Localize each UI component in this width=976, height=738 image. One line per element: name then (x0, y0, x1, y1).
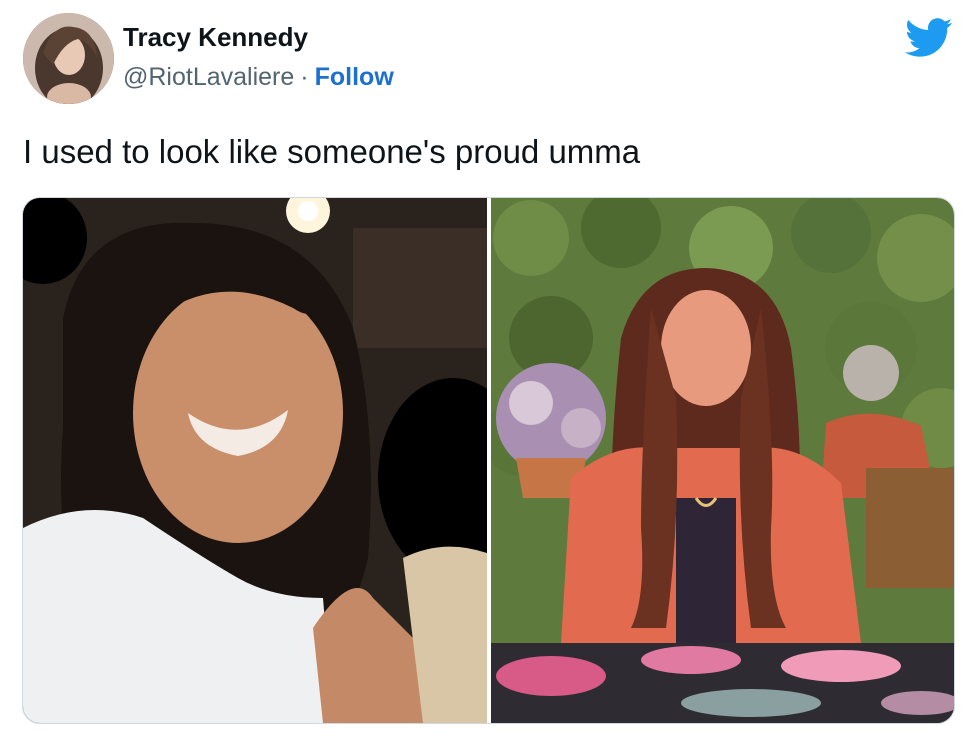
photo-before[interactable] (23, 198, 487, 723)
media-grid (22, 197, 955, 724)
avatar[interactable] (23, 13, 114, 104)
separator-dot: · (300, 63, 309, 91)
tweet-text: I used to look like someone's proud umma (23, 133, 641, 170)
follow-button[interactable]: Follow (315, 63, 394, 91)
author-handle[interactable]: @RiotLavaliere (123, 63, 294, 91)
author-meta: @RiotLavaliere · Follow (123, 63, 394, 92)
tweet-card: Tracy Kennedy @RiotLavaliere · Follow I us… (0, 0, 976, 738)
author-name[interactable]: Tracy Kennedy (123, 22, 308, 53)
avatar-image (23, 13, 114, 104)
twitter-bird-icon[interactable] (905, 18, 953, 58)
photo-after[interactable] (491, 198, 954, 723)
